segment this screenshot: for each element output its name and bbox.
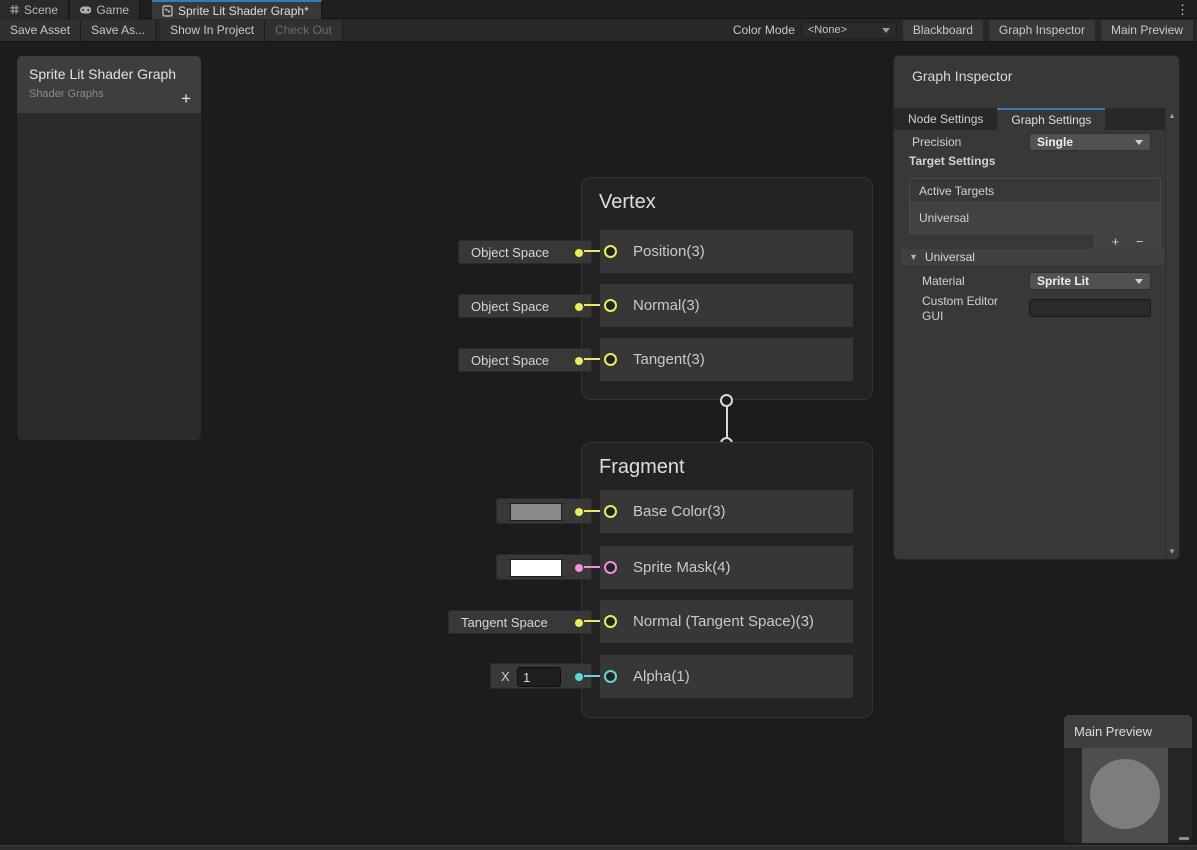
alpha-port-dot [575, 673, 583, 681]
active-targets-box: Active Targets Universal [909, 178, 1161, 234]
base-color-value-chip[interactable] [496, 498, 592, 524]
add-target-button[interactable]: + [1112, 235, 1120, 249]
material-value: Sprite Lit [1037, 274, 1089, 288]
base-color-block-label: Base Color(3) [633, 503, 726, 520]
alpha-port-icon[interactable] [604, 670, 617, 683]
sprite-mask-block-row[interactable]: Sprite Mask(4) [600, 546, 853, 589]
dropdown-caret-icon [1135, 279, 1143, 284]
graph-inspector-panel: Graph Inspector Node Settings Graph Sett… [893, 55, 1180, 560]
position-space-label: Object Space [459, 245, 549, 260]
alpha-value-chip: X [490, 663, 592, 689]
main-preview-viewport[interactable] [1082, 748, 1168, 844]
remove-target-button[interactable]: − [1136, 235, 1144, 249]
scroll-up-icon[interactable]: ▲ [1168, 111, 1176, 120]
alpha-x-label: X [501, 669, 510, 684]
normal-space-chip[interactable]: Object Space [458, 294, 592, 318]
normal-ts-space-label: Tangent Space [449, 615, 548, 630]
window-bottom-edge [0, 845, 1197, 850]
normal-block-label: Normal(3) [633, 297, 700, 314]
alpha-value-input[interactable] [517, 667, 561, 687]
tab-node-settings-label: Node Settings [908, 112, 983, 126]
alpha-block-row[interactable]: Alpha(1) [600, 655, 853, 698]
tangent-port-icon[interactable] [604, 353, 617, 366]
universal-foldout[interactable]: ▼ Universal [901, 249, 1173, 265]
sprite-mask-port-icon[interactable] [604, 561, 617, 574]
tangent-block-label: Tangent(3) [633, 351, 705, 368]
target-settings-label: Target Settings [909, 154, 995, 168]
sprite-mask-swatch[interactable] [510, 559, 562, 577]
blackboard-subtitle: Shader Graphs [29, 88, 189, 100]
normal-ts-block-row[interactable]: Normal (Tangent Space)(3) [600, 600, 853, 643]
fragment-row-alpha: X Alpha(1) [0, 655, 1197, 698]
normal-port-icon[interactable] [604, 299, 617, 312]
graph-canvas[interactable]: Sprite Lit Shader Graph Shader Graphs + … [0, 0, 1197, 850]
position-port-icon[interactable] [604, 245, 617, 258]
blackboard-title: Sprite Lit Shader Graph [29, 66, 189, 82]
resize-handle[interactable] [1179, 837, 1189, 840]
tangent-space-label: Object Space [459, 353, 549, 368]
tangent-space-port-dot [575, 357, 583, 365]
graph-inspector-tabs: Node Settings Graph Settings [894, 108, 1167, 130]
graph-inspector-title: Graph Inspector [912, 68, 1012, 84]
tab-node-settings[interactable]: Node Settings [894, 108, 997, 130]
position-block-label: Position(3) [633, 243, 705, 260]
target-list-item[interactable]: Universal [910, 203, 1160, 233]
position-block-row[interactable]: Position(3) [600, 230, 853, 273]
active-targets-header: Active Targets [910, 179, 1160, 203]
base-color-swatch[interactable] [510, 503, 562, 521]
main-preview-panel: Main Preview [1063, 714, 1193, 844]
universal-foldout-label: Universal [925, 250, 975, 264]
base-color-block-row[interactable]: Base Color(3) [600, 490, 853, 533]
normal-ts-port-dot [575, 619, 583, 627]
fragment-node-title: Fragment [599, 456, 685, 479]
sprite-mask-port-dot [575, 564, 583, 572]
material-label: Material [922, 274, 965, 288]
main-preview-title: Main Preview [1064, 715, 1192, 748]
custom-editor-gui-field[interactable] [1029, 299, 1151, 317]
vertex-node-title: Vertex [599, 191, 656, 214]
sprite-mask-value-chip[interactable] [496, 554, 592, 580]
preview-sphere [1090, 759, 1160, 829]
normal-ts-block-label: Normal (Tangent Space)(3) [633, 613, 814, 630]
base-color-port-dot [575, 508, 583, 516]
vertex-fragment-edge [726, 406, 728, 439]
precision-value: Single [1037, 135, 1073, 149]
scroll-down-icon[interactable]: ▼ [1168, 547, 1176, 556]
normal-ts-space-chip[interactable]: Tangent Space [448, 610, 592, 634]
foldout-arrow-icon: ▼ [909, 252, 918, 262]
position-space-port-dot [575, 249, 583, 257]
sprite-mask-block-label: Sprite Mask(4) [633, 559, 731, 576]
vertex-out-port-icon[interactable] [720, 394, 733, 407]
custom-editor-gui-label: Custom Editor GUI [922, 294, 1022, 324]
fragment-row-normal-ts: Tangent Space Normal (Tangent Space)(3) [0, 600, 1197, 643]
tangent-block-row[interactable]: Tangent(3) [600, 338, 853, 381]
base-color-port-icon[interactable] [604, 505, 617, 518]
tab-graph-settings-label: Graph Settings [1011, 113, 1091, 127]
normal-block-row[interactable]: Normal(3) [600, 284, 853, 327]
precision-dropdown[interactable]: Single [1029, 133, 1151, 151]
shader-graph-window: Scene Game Sprite Lit Shader Graph* ⋮ Sa… [0, 0, 1197, 850]
normal-space-port-dot [575, 303, 583, 311]
inspector-scrollbar[interactable]: ▲ ▼ [1165, 108, 1179, 559]
normal-ts-port-icon[interactable] [604, 615, 617, 628]
tab-graph-settings[interactable]: Graph Settings [997, 108, 1105, 130]
position-space-chip[interactable]: Object Space [458, 240, 592, 264]
blackboard-header[interactable]: Sprite Lit Shader Graph Shader Graphs + [17, 56, 201, 113]
blackboard-add-button[interactable]: + [181, 90, 191, 107]
dropdown-caret-icon [1135, 140, 1143, 145]
material-dropdown[interactable]: Sprite Lit [1029, 272, 1151, 290]
tangent-space-chip[interactable]: Object Space [458, 348, 592, 372]
alpha-block-label: Alpha(1) [633, 668, 690, 685]
precision-label: Precision [912, 135, 961, 149]
normal-space-label: Object Space [459, 299, 549, 314]
